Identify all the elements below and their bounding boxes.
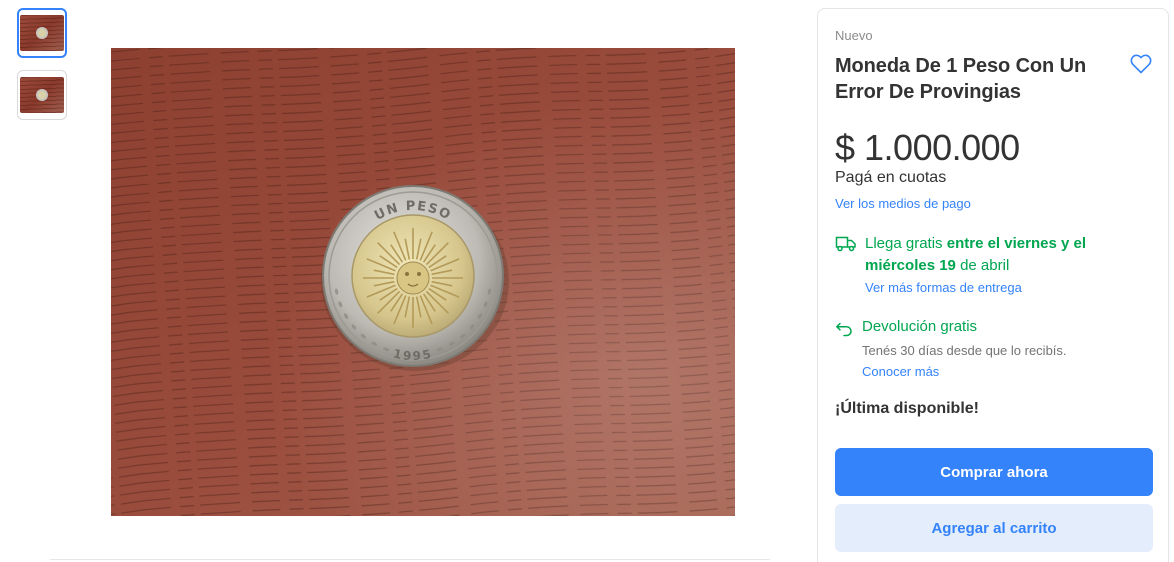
add-to-cart-button[interactable]: Agregar al carrito xyxy=(835,504,1153,552)
truck-icon xyxy=(835,234,857,252)
product-page: UN PESO 1995 Nuevo Moneda De 1 Peso Con … xyxy=(0,0,1174,562)
shipping-info: Llega gratis entre el viernes y el miérc… xyxy=(865,233,1125,277)
buy-now-button[interactable]: Comprar ahora xyxy=(835,448,1153,496)
thumbnail-2[interactable] xyxy=(17,70,67,120)
returns-text: Tenés 30 días desde que lo recibís. xyxy=(862,343,1067,358)
return-arrow-icon xyxy=(835,319,853,337)
main-product-image[interactable]: UN PESO 1995 xyxy=(111,48,735,516)
stock-status: ¡Última disponible! xyxy=(835,400,979,417)
shipping-month: de abril xyxy=(960,257,1010,274)
buy-box: Nuevo Moneda De 1 Peso Con Un Error De P… xyxy=(817,8,1169,562)
thumbnail-gallery xyxy=(17,8,67,132)
shipping-lead: Llega gratis xyxy=(865,235,943,252)
divider xyxy=(50,559,770,560)
heart-icon[interactable] xyxy=(1129,52,1153,76)
installments-text: Pagá en cuotas xyxy=(835,169,947,186)
shipping-day: 19 xyxy=(939,257,956,274)
learn-more-link[interactable]: Conocer más xyxy=(862,364,939,379)
product-title: Moneda De 1 Peso Con Un Error De Proving… xyxy=(835,55,1087,103)
thumbnail-1[interactable] xyxy=(17,8,67,58)
more-delivery-link[interactable]: Ver más formas de entrega xyxy=(865,280,1022,295)
condition-label: Nuevo xyxy=(835,28,873,43)
payment-methods-link[interactable]: Ver los medios de pago xyxy=(835,196,971,211)
thumbnail-image xyxy=(20,77,64,113)
price: $ 1.000.000 xyxy=(835,127,1020,168)
thumbnail-image xyxy=(20,15,64,51)
returns-title: Devolución gratis xyxy=(862,318,978,335)
